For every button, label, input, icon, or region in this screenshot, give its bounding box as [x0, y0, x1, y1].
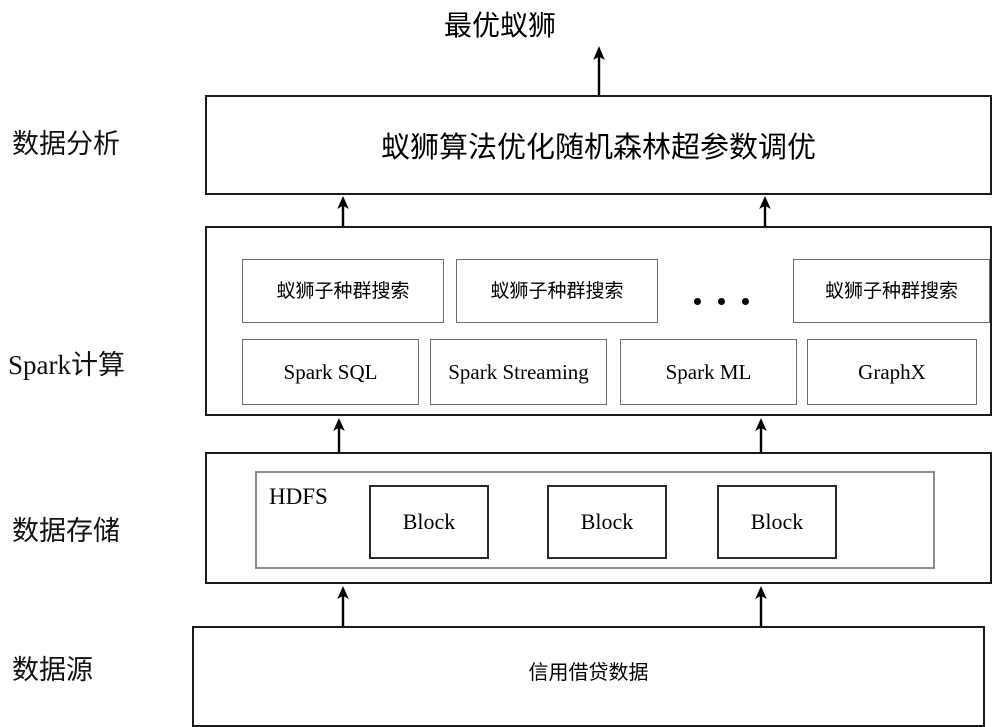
spark-component-label-graphx: GraphX	[858, 359, 926, 384]
hdfs-block-box-2: Block	[547, 485, 667, 559]
arrow-spark-to-analysis-right	[756, 196, 774, 227]
data-source-layer-box: 信用借贷数据	[192, 626, 985, 727]
arrow-analysis-to-output	[590, 46, 608, 98]
ellipsis-dot-1	[694, 298, 701, 305]
ellipsis-dot-3	[742, 298, 749, 305]
stage-label-data-analysis: 数据分析	[12, 129, 120, 159]
spark-component-box-spark-sql: Spark SQL	[242, 339, 419, 405]
stage-label-spark-compute: Spark计算	[8, 350, 125, 380]
hdfs-block-label-2: Block	[580, 509, 634, 534]
antlion-subpopulation-box-3: 蚁狮子种群搜索	[793, 259, 990, 323]
diagram-canvas: 最优蚁狮 数据分析 Spark计算 数据存储 数据源 蚁狮算法优化随机森林超参数…	[0, 0, 1000, 727]
spark-component-label-spark-streaming: Spark Streaming	[448, 359, 589, 384]
arrow-spark-to-analysis-left	[334, 196, 352, 227]
antlion-subpopulation-label-3: 蚁狮子种群搜索	[824, 279, 958, 302]
hdfs-block-label-3: Block	[750, 509, 804, 534]
hdfs-label: HDFS	[269, 484, 328, 509]
antlion-subpopulation-box-1: 蚁狮子种群搜索	[242, 259, 444, 323]
spark-component-label-spark-sql: Spark SQL	[283, 359, 378, 384]
arrow-storage-to-spark-right	[752, 418, 770, 452]
antlion-subpopulation-label-2: 蚁狮子种群搜索	[490, 279, 624, 302]
hdfs-block-box-1: Block	[369, 485, 489, 559]
hdfs-block-box-3: Block	[717, 485, 837, 559]
arrow-storage-to-spark-left	[330, 418, 348, 452]
antlion-subpopulation-label-1: 蚁狮子种群搜索	[276, 279, 410, 302]
spark-component-box-graphx: GraphX	[807, 339, 977, 405]
analysis-box-label: 蚁狮算法优化随机森林超参数调优	[380, 130, 816, 164]
optimal-antlion-output-label: 最优蚁狮	[443, 9, 556, 42]
data-analysis-layer-box: 蚁狮算法优化随机森林超参数调优	[205, 95, 992, 195]
data-source-box-label: 信用借贷数据	[528, 660, 649, 684]
stage-label-data-storage: 数据存储	[12, 516, 120, 546]
antlion-subpopulation-box-2: 蚁狮子种群搜索	[456, 259, 658, 323]
spark-compute-layer-box: 蚁狮子种群搜索 蚁狮子种群搜索 蚁狮子种群搜索 Spark SQL Spark …	[205, 226, 992, 416]
hdfs-container: HDFS Block Block Block	[255, 471, 935, 569]
ellipsis-indicator	[694, 298, 749, 305]
data-storage-layer-box: HDFS Block Block Block	[205, 452, 992, 584]
stage-label-data-source: 数据源	[12, 655, 93, 685]
arrow-source-to-storage-right	[752, 586, 770, 628]
ellipsis-dot-2	[718, 298, 725, 305]
arrow-source-to-storage-left	[334, 586, 352, 628]
hdfs-block-label-1: Block	[402, 509, 456, 534]
spark-component-label-spark-ml: Spark ML	[665, 359, 752, 384]
spark-component-box-spark-streaming: Spark Streaming	[430, 339, 607, 405]
spark-component-box-spark-ml: Spark ML	[620, 339, 797, 405]
